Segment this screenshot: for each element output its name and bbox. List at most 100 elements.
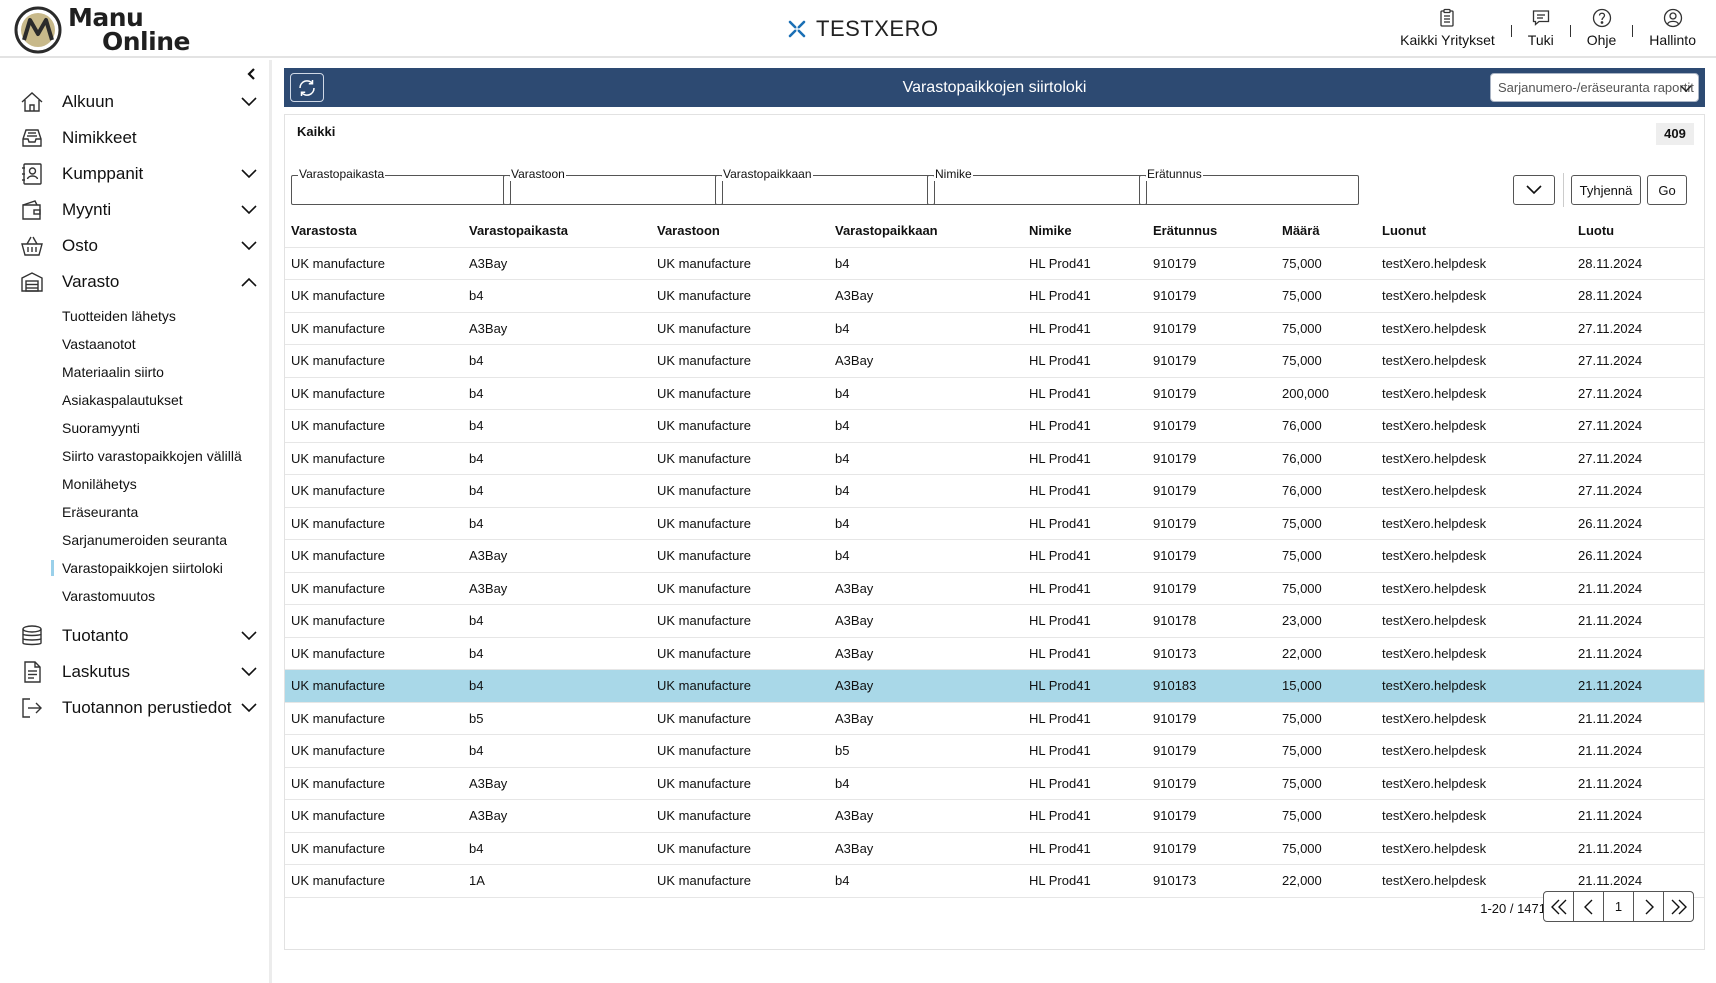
submenu-item-asiakaspalautukset[interactable]: Asiakaspalautukset — [0, 386, 270, 414]
table-cell: UK manufacture — [651, 571, 829, 605]
table-cell: 75,000 — [1276, 734, 1376, 767]
table-row[interactable]: UK manufacture A3Bay UK manufacture A3Bay HL… — [285, 571, 1704, 605]
table-row[interactable]: UK manufacture A3Bay UK manufacture b4 HL Pr… — [285, 246, 1704, 280]
previous-page-button[interactable] — [1573, 891, 1604, 922]
table-cell: 910179 — [1147, 571, 1276, 605]
submenu-item-materiaalin-siirto[interactable]: Materiaalin siirto — [0, 358, 270, 386]
report-select[interactable]: Sarjanumero-/eräseuranta raportit — [1490, 73, 1699, 102]
table-row[interactable]: UK manufacture b4 UK manufacture A3Bay HL Pr… — [285, 669, 1704, 702]
column-header[interactable]: Varastopaikasta — [463, 215, 651, 247]
table-cell: UK manufacture — [651, 474, 829, 507]
column-header[interactable]: Erätunnus — [1147, 215, 1276, 247]
all-companies-label: Kaikki Yritykset — [1400, 32, 1495, 48]
sidebar-item-tuotannon-perustiedot[interactable]: Tuotannon perustiedot — [0, 690, 270, 726]
field-label: Nimike — [934, 167, 973, 181]
admin-link[interactable]: Hallinto — [1641, 8, 1704, 48]
chevron-down-icon[interactable] — [240, 94, 258, 110]
submenu-item-varastomuutos[interactable]: Varastomuutos — [0, 582, 270, 610]
table-row[interactable]: UK manufacture b4 UK manufacture A3Bay HL Pr… — [285, 279, 1704, 312]
column-header[interactable]: Määrä — [1276, 215, 1376, 247]
table-row[interactable]: UK manufacture A3Bay UK manufacture A3Bay HL… — [285, 799, 1704, 832]
table-row[interactable]: UK manufacture b4 UK manufacture b4 HL Prod4… — [285, 441, 1704, 475]
table-row[interactable]: UK manufacture b4 UK manufacture A3Bay HL Pr… — [285, 831, 1704, 865]
table-row[interactable]: UK manufacture b5 UK manufacture A3Bay HL Pr… — [285, 701, 1704, 735]
column-header[interactable]: Varastopaikkaan — [829, 215, 1023, 247]
table-cell: HL Prod41 — [1023, 344, 1147, 377]
table-row[interactable]: UK manufacture 1A UK manufacture b4 HL Prod4… — [285, 864, 1704, 898]
table-cell: b4 — [829, 864, 1023, 898]
table-cell: testXero.helpdesk — [1376, 409, 1572, 442]
manu-online-logo[interactable]: Manu Online — [14, 5, 190, 55]
table-cell: UK manufacture — [285, 311, 463, 345]
submenu-item-label: Suoramyynti — [62, 420, 140, 436]
submenu-item-suoramyynti[interactable]: Suoramyynti — [0, 414, 270, 442]
table-cell: testXero.helpdesk — [1376, 571, 1572, 605]
table-row[interactable]: UK manufacture b4 UK manufacture b4 HL Prod4… — [285, 409, 1704, 442]
next-page-button[interactable] — [1633, 891, 1664, 922]
support-link[interactable]: Tuki — [1520, 8, 1562, 48]
column-header[interactable]: Varastosta — [285, 215, 463, 247]
column-header[interactable]: Luotu — [1572, 215, 1704, 247]
sidebar-item-tuotanto[interactable]: Tuotanto — [0, 618, 270, 654]
sidebar-item-osto[interactable]: Osto — [0, 228, 270, 264]
top-navigation: Kaikki Yritykset Tuki Ohje Hallinto — [1392, 8, 1704, 50]
table-cell: HL Prod41 — [1023, 279, 1147, 312]
refresh-button[interactable] — [290, 73, 324, 102]
first-page-button[interactable] — [1543, 891, 1574, 922]
table-row[interactable]: UK manufacture A3Bay UK manufacture b4 HL Pr… — [285, 539, 1704, 572]
chevron-down-icon[interactable] — [240, 238, 258, 254]
to-location-field[interactable]: Varastopaikkaan — [715, 167, 935, 205]
sidebar-item-myynti[interactable]: Myynti — [0, 192, 270, 228]
table-cell: UK manufacture — [285, 571, 463, 605]
table-cell: 15,000 — [1276, 669, 1376, 702]
submenu-item-vastaanotot[interactable]: Vastaanotot — [0, 330, 270, 358]
table-row[interactable]: UK manufacture b4 UK manufacture b5 HL Prod4… — [285, 734, 1704, 767]
batch-field[interactable]: Erätunnus — [1139, 167, 1359, 205]
sidebar-item-alkuun[interactable]: Alkuun — [0, 84, 270, 120]
submenu-item-varastopaikkojen-siirtoloki[interactable]: Varastopaikkojen siirtoloki — [0, 554, 270, 582]
table-row[interactable]: UK manufacture b4 UK manufacture b4 HL Prod4… — [285, 376, 1704, 410]
sidebar-item-kumppanit[interactable]: Kumppanit — [0, 156, 270, 192]
table-cell: A3Bay — [463, 311, 651, 345]
last-page-button[interactable] — [1663, 891, 1694, 922]
current-page[interactable]: 1 — [1603, 891, 1634, 922]
chevron-down-icon[interactable] — [240, 202, 258, 218]
table-row[interactable]: UK manufacture b4 UK manufacture b4 HL Prod4… — [285, 474, 1704, 507]
submenu-item-siirto-varastopaikkojen-valilla[interactable]: Siirto varastopaikkojen välillä — [0, 442, 270, 470]
submenu-item-label: Siirto varastopaikkojen välillä — [62, 448, 242, 464]
table-cell: testXero.helpdesk — [1376, 376, 1572, 410]
sidebar-item-laskutus[interactable]: Laskutus — [0, 654, 270, 690]
from-location-field[interactable]: Varastopaikasta — [291, 167, 511, 205]
column-header[interactable]: Nimike — [1023, 215, 1147, 247]
column-header[interactable]: Luonut — [1376, 215, 1572, 247]
all-companies-link[interactable]: Kaikki Yritykset — [1392, 8, 1503, 48]
pagination: 1 — [1543, 891, 1694, 922]
sidebar-item-nimikkeet[interactable]: Nimikkeet — [0, 120, 270, 156]
chevron-down-icon[interactable] — [240, 166, 258, 182]
chevron-down-icon[interactable] — [240, 628, 258, 644]
table-row[interactable]: UK manufacture b4 UK manufacture A3Bay HL Pr… — [285, 344, 1704, 377]
sidebar-item-varasto[interactable]: Varasto — [0, 264, 270, 300]
table-row[interactable]: UK manufacture b4 UK manufacture b4 HL Prod4… — [285, 506, 1704, 540]
collapse-sidebar-icon[interactable] — [244, 66, 260, 82]
submenu-item-eraseuranta[interactable]: Eräseuranta — [0, 498, 270, 526]
go-button[interactable]: Go — [1647, 175, 1687, 205]
expand-filters-button[interactable] — [1513, 175, 1555, 205]
item-field[interactable]: Nimike — [927, 167, 1147, 205]
chevron-down-icon[interactable] — [240, 700, 258, 716]
help-link[interactable]: Ohje — [1579, 8, 1625, 48]
table-row[interactable]: UK manufacture b4 UK manufacture A3Bay HL Pr… — [285, 604, 1704, 637]
chevron-down-icon[interactable] — [240, 664, 258, 680]
chevron-left-icon — [1583, 899, 1592, 914]
chevron-up-icon[interactable] — [240, 274, 258, 290]
submenu-item-tuotteiden-lahetys[interactable]: Tuotteiden lähetys — [0, 302, 270, 330]
column-header[interactable]: Varastoon — [651, 215, 829, 247]
to-warehouse-field[interactable]: Varastoon — [503, 167, 723, 205]
submenu-item-monilahetys[interactable]: Monilähetys — [0, 470, 270, 498]
clear-button[interactable]: Tyhjennä — [1571, 175, 1641, 205]
table-row[interactable]: UK manufacture A3Bay UK manufacture b4 HL Pr… — [285, 766, 1704, 800]
table-row[interactable]: UK manufacture A3Bay UK manufacture b4 HL Pr… — [285, 311, 1704, 345]
table-cell: A3Bay — [829, 799, 1023, 832]
submenu-item-sarjanumeroiden-seuranta[interactable]: Sarjanumeroiden seuranta — [0, 526, 270, 554]
table-row[interactable]: UK manufacture b4 UK manufacture A3Bay HL Pr… — [285, 636, 1704, 670]
